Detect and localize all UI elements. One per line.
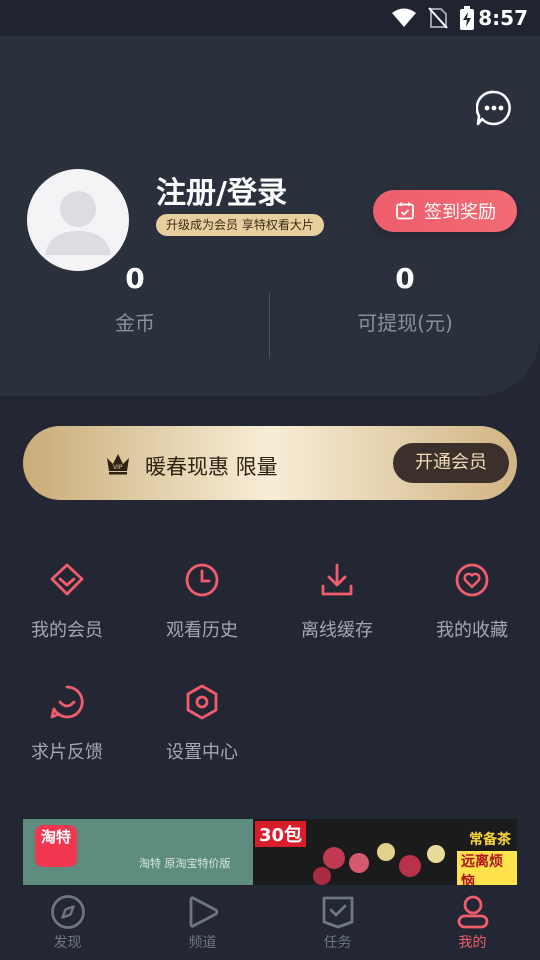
open-vip-button[interactable]: 开通会员 [393, 443, 509, 483]
profile-header: 注册/登录 升级成为会员 享特权看大片 签到奖励 [0, 36, 540, 396]
menu-offline-cache[interactable]: 离线缓存 [270, 562, 404, 642]
tab-channel[interactable]: 频道 [135, 885, 270, 960]
tab-discover[interactable]: 发现 [0, 885, 135, 960]
calendar-check-icon [396, 202, 414, 220]
menu-settings-center[interactable]: 设置中心 [135, 684, 269, 764]
login-register-link[interactable]: 注册/登录 [156, 168, 287, 212]
tab-label: 我的 [458, 935, 487, 951]
download-icon [321, 563, 353, 596]
menu-watch-history[interactable]: 观看历史 [135, 562, 269, 642]
compass-icon [50, 895, 85, 929]
tab-mine[interactable]: 我的 [405, 885, 540, 960]
vip-crown-icon: VIP [107, 454, 129, 475]
withdrawable-value: 0 [395, 262, 415, 295]
menu-label: 观看历史 [166, 620, 238, 641]
no-sim-icon [428, 7, 448, 29]
ad-banner[interactable]: 淘特 淘特 原淘宝特价版 30包 常备茶 远离烦恼 [23, 819, 517, 885]
tab-tasks[interactable]: 任务 [270, 885, 405, 960]
menu-label: 我的会员 [31, 620, 103, 641]
menu-my-favorites[interactable]: 我的收藏 [405, 562, 539, 642]
clock-icon [185, 563, 219, 597]
default-avatar-icon [45, 191, 111, 255]
avatar[interactable] [27, 169, 129, 271]
play-icon [189, 896, 218, 928]
tab-label: 频道 [188, 935, 217, 951]
ad-product-slogan: 远离烦恼 [457, 851, 517, 885]
battery-charging-icon [460, 6, 474, 30]
tab-label: 任务 [323, 935, 352, 951]
coins-value: 0 [125, 262, 145, 295]
message-icon[interactable] [476, 90, 512, 126]
ad-left-panel: 淘特 淘特 原淘宝特价版 [23, 819, 253, 885]
diamond-icon [50, 563, 84, 596]
withdrawable-label: 可提现(元) [357, 311, 453, 335]
bottom-tab-bar: 发现 频道 任务 我的 [0, 885, 540, 960]
menu-label: 我的收藏 [436, 620, 508, 641]
menu-label: 设置中心 [166, 742, 238, 763]
menu-request-feedback[interactable]: 求片反馈 [0, 684, 134, 764]
vip-promo-text: 暖春现惠 限量 [145, 455, 278, 479]
heart-icon [455, 563, 489, 597]
coins-stat[interactable]: 0 金币 [0, 262, 270, 336]
checkin-reward-button[interactable]: 签到奖励 [373, 190, 517, 232]
menu-label: 离线缓存 [301, 620, 373, 641]
ad-pack-count: 30包 [255, 821, 307, 847]
smile-chat-icon [50, 685, 84, 719]
wifi-icon [392, 8, 416, 27]
vip-upgrade-tag[interactable]: 升级成为会员 享特权看大片 [156, 214, 324, 236]
checkin-label: 签到奖励 [424, 202, 496, 223]
user-icon [457, 895, 488, 929]
svg-text:VIP: VIP [113, 464, 123, 471]
withdrawable-stat[interactable]: 0 可提现(元) [270, 262, 540, 336]
ad-product-image: 30包 常备茶 远离烦恼 [253, 819, 517, 885]
menu-my-membership[interactable]: 我的会员 [0, 562, 134, 642]
status-time: 8:57 [478, 6, 528, 30]
task-check-icon [322, 896, 353, 929]
vip-promo-banner[interactable]: VIP 暖春现惠 限量 开通会员 [23, 426, 517, 500]
ad-tagline: 淘特 原淘宝特价版 [139, 857, 231, 870]
menu-label: 求片反馈 [31, 742, 103, 763]
tab-label: 发现 [53, 935, 82, 951]
ad-app-logo: 淘特 [35, 825, 77, 867]
hexagon-settings-icon [186, 684, 218, 720]
ad-product-tag: 常备茶 [469, 832, 511, 848]
coins-label: 金币 [115, 311, 155, 335]
status-bar: 8:57 [0, 0, 540, 36]
